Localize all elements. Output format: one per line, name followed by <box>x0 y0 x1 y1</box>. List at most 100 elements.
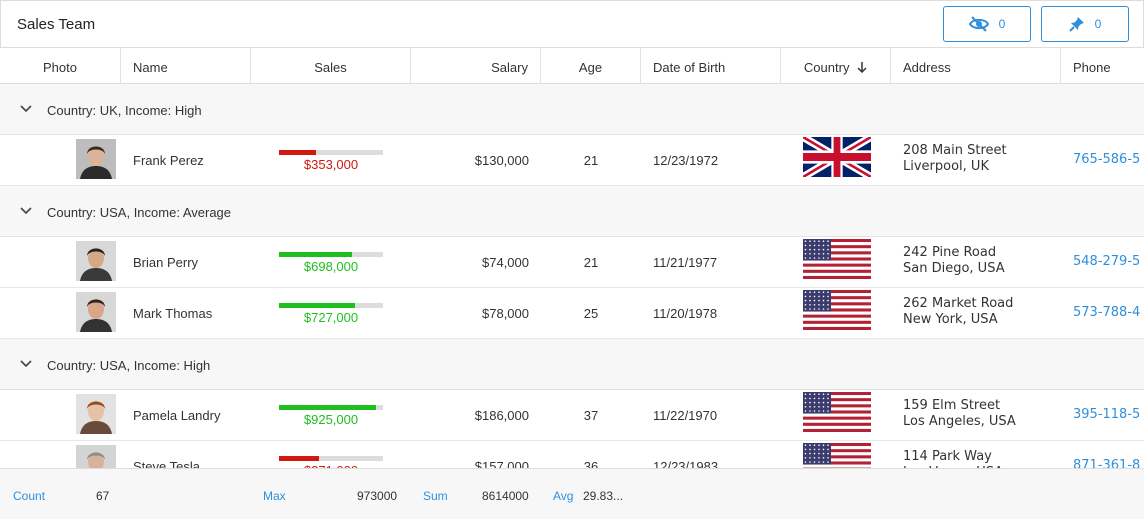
group-row[interactable]: Country: UK, Income: High <box>0 84 1144 135</box>
sales-bar-track <box>279 456 383 461</box>
sales-bar-fill <box>279 456 319 461</box>
address: 208 Main Street Liverpool, UK <box>903 143 1007 175</box>
phone-link[interactable]: 548-279-5 <box>1073 254 1140 269</box>
age-value: 21 <box>583 254 599 270</box>
avg-value: 29.83... <box>583 489 624 503</box>
pin-icon <box>1068 16 1085 32</box>
count-value: 67 <box>96 489 110 503</box>
summary-footer: Count 67 Max 973000 Sum 8614000 Avg 29.8… <box>0 468 1144 519</box>
sales-bar: $727,000 <box>279 303 383 325</box>
table-row[interactable]: Steve Tesla $271,000 $157,000 36 12/23/1983 1… <box>0 441 1144 468</box>
sales-bar: $925,000 <box>279 405 383 427</box>
count-label: Count <box>13 489 46 503</box>
group-row[interactable]: Country: USA, Income: High <box>0 339 1144 390</box>
column-header-age[interactable]: Age <box>541 48 641 84</box>
group-label: Country: USA, Income: Average <box>47 205 232 220</box>
employee-name: Steve Tesla <box>133 458 200 469</box>
salary-value: $78,000 <box>482 305 529 321</box>
chevron-down-icon[interactable] <box>19 357 33 372</box>
avatar <box>76 139 116 179</box>
sales-bar-fill <box>279 150 317 155</box>
phone-link[interactable]: 573-788-4 <box>1073 305 1140 320</box>
column-header-phone[interactable]: Phone <box>1061 48 1144 84</box>
group-label: Country: USA, Income: High <box>47 358 211 373</box>
sales-bar: $698,000 <box>279 252 383 274</box>
column-header-address[interactable]: Address <box>891 48 1061 84</box>
address-line-1: 242 Pine Road <box>903 245 997 260</box>
sales-bar-track <box>279 303 383 308</box>
chevron-down-icon[interactable] <box>19 204 33 219</box>
column-header-salary[interactable]: Salary <box>411 48 541 84</box>
group-row[interactable]: Country: USA, Income: Average <box>0 186 1144 237</box>
date-of-birth-value: 12/23/1983 <box>653 458 719 469</box>
sales-bar-track <box>279 150 383 155</box>
salary-value: $186,000 <box>474 407 529 423</box>
avatar <box>76 292 116 332</box>
us-flag-icon <box>803 392 871 433</box>
sum-value: 8614000 <box>482 489 529 503</box>
column-header-photo[interactable]: Photo <box>0 48 121 84</box>
table-row[interactable]: Pamela Landry $925,000 $186,000 37 11/22/197… <box>0 390 1144 441</box>
address: 242 Pine Road San Diego, USA <box>903 245 1005 277</box>
grid-title: Sales Team <box>17 16 96 33</box>
column-header-sales[interactable]: Sales <box>251 48 411 84</box>
sales-bar: $271,000 <box>279 456 383 468</box>
age-value: 21 <box>583 152 599 168</box>
address: 262 Market Road New York, USA <box>903 296 1013 328</box>
address-line-2: Los Angeles, USA <box>903 414 1016 429</box>
sales-bar-fill <box>279 252 352 257</box>
us-flag-icon <box>803 290 871 331</box>
employee-name: Frank Perez <box>133 152 204 168</box>
date-of-birth-value: 11/21/1977 <box>653 254 718 270</box>
column-header-country[interactable]: Country <box>781 48 891 84</box>
address-line-2: New York, USA <box>903 312 998 327</box>
column-header-name[interactable]: Name <box>121 48 251 84</box>
age-value: 37 <box>583 407 599 423</box>
toolbar: Sales Team 0 0 <box>0 0 1144 48</box>
hidden-columns-button[interactable]: 0 <box>943 6 1031 42</box>
salary-value: $157,000 <box>474 458 529 469</box>
eye-off-icon <box>968 16 989 32</box>
sales-amount: $698,000 <box>303 259 359 274</box>
age-value: 25 <box>583 305 599 321</box>
table-row[interactable]: Mark Thomas $727,000 $78,000 25 11/20/1978 26… <box>0 288 1144 339</box>
group-label: Country: UK, Income: High <box>47 103 202 118</box>
date-of-birth-value: 12/23/1972 <box>653 152 719 168</box>
max-value: 973000 <box>357 489 398 503</box>
address: 159 Elm Street Los Angeles, USA <box>903 398 1016 430</box>
us-flag-icon <box>803 443 871 468</box>
table-row[interactable]: Brian Perry $698,000 $74,000 21 11/21/1977 24… <box>0 237 1144 288</box>
sales-bar-track <box>279 405 383 410</box>
sales-amount: $727,000 <box>303 310 359 325</box>
us-flag-icon <box>803 239 871 280</box>
sales-bar-fill <box>279 405 376 410</box>
salary-value: $130,000 <box>474 152 529 168</box>
address-line-1: 159 Elm Street <box>903 398 1001 413</box>
phone-link[interactable]: 765-586-5 <box>1073 152 1140 167</box>
table-row[interactable]: Frank Perez $353,000 $130,000 21 12/23/1972 2… <box>0 133 1144 186</box>
salary-value: $74,000 <box>482 254 529 270</box>
pinned-columns-button[interactable]: 0 <box>1041 6 1129 42</box>
date-of-birth-value: 11/20/1978 <box>653 305 718 321</box>
avatar <box>76 241 116 281</box>
address-line-2: San Diego, USA <box>903 261 1005 276</box>
uk-flag-icon <box>801 133 873 181</box>
sales-amount: $925,000 <box>303 412 359 427</box>
address-line-1: 262 Market Road <box>903 296 1014 311</box>
phone-link[interactable]: 871-361-8 <box>1073 458 1140 468</box>
employee-name: Pamela Landry <box>133 407 221 423</box>
address-line-1: 208 Main Street <box>903 143 1007 158</box>
date-of-birth-value: 11/22/1970 <box>653 407 718 423</box>
sales-bar-track <box>279 252 383 257</box>
column-header-date-of-birth[interactable]: Date of Birth <box>641 48 781 84</box>
address-line-1: 114 Park Way <box>903 449 992 464</box>
grid-body[interactable]: Country: UK, Income: High Frank Perez $353… <box>0 84 1144 468</box>
phone-link[interactable]: 395-118-5 <box>1073 407 1140 422</box>
sales-bar-fill <box>279 303 355 308</box>
chevron-down-icon[interactable] <box>19 102 33 117</box>
address-line-2: Liverpool, UK <box>903 159 989 174</box>
avg-label: Avg <box>553 489 574 503</box>
address: 114 Park WayLas Vegas, USA <box>903 449 1003 468</box>
max-label: Max <box>263 489 286 503</box>
column-header-row: Photo Name Sales Salary Age Date of Birt… <box>0 48 1144 84</box>
